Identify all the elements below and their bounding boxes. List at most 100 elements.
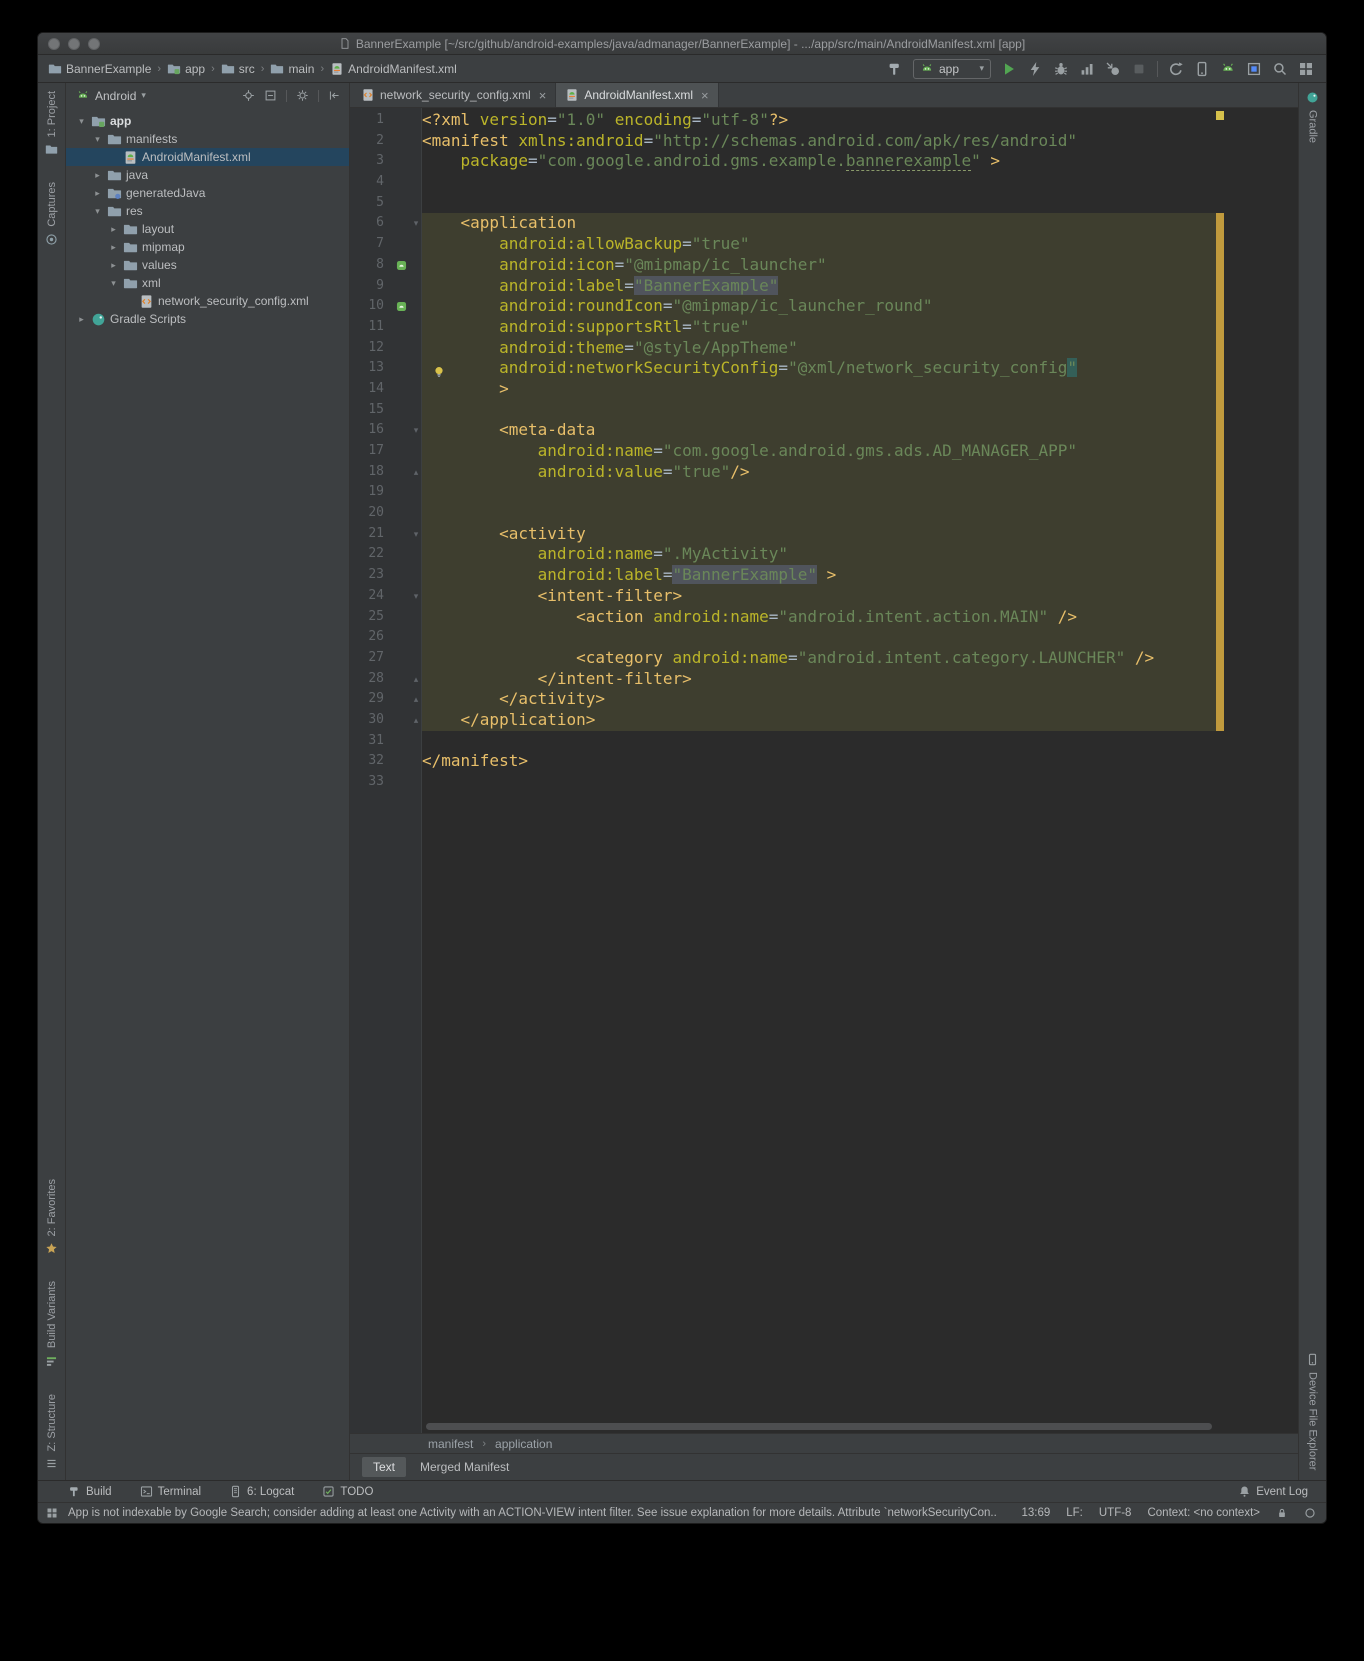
toolwindow-button-gradle[interactable]: Gradle (1306, 91, 1319, 143)
code-line-19[interactable]: 19 (350, 482, 1298, 503)
code-line-15[interactable]: 15 (350, 400, 1298, 421)
toolwindow-button-6-logcat[interactable]: 6: Logcat (229, 1485, 294, 1498)
indexing-status-icon[interactable] (1304, 1507, 1316, 1519)
locate-file-button[interactable] (242, 87, 255, 105)
avd-manager-button[interactable] (1194, 61, 1210, 77)
breadcrumb-src[interactable]: src (221, 62, 255, 76)
code-line-20[interactable]: 20 (350, 503, 1298, 524)
chevron-right-icon[interactable]: ▸ (76, 314, 87, 325)
hide-panel-button[interactable] (328, 87, 341, 105)
code-line-1[interactable]: 1<?xml version="1.0" encoding="utf-8"?> (350, 110, 1298, 131)
status-message[interactable]: App is not indexable by Google Search; c… (68, 1507, 1011, 1519)
code-line-25[interactable]: 25 <action android:name="android.intent.… (350, 607, 1298, 628)
code-line-23[interactable]: 23 android:label="BannerExample" > (350, 565, 1298, 586)
close-tab-icon[interactable]: × (701, 88, 709, 103)
code-line-29[interactable]: 29▴ </activity> (350, 689, 1298, 710)
tool-window-switcher-button[interactable] (46, 1507, 58, 1519)
close-tab-icon[interactable]: × (539, 88, 547, 103)
fold-marker-icon[interactable]: ▾ (414, 591, 419, 601)
code-line-11[interactable]: 11 android:supportsRtl="true" (350, 317, 1298, 338)
editor-breadcrumb-manifest[interactable]: manifest (428, 1437, 473, 1451)
code-line-2[interactable]: 2<manifest xmlns:android="http://schemas… (350, 131, 1298, 152)
toolwindow-button-build-variants[interactable]: Build Variants (45, 1281, 58, 1367)
status-13-69[interactable]: 13:69 (1021, 1507, 1050, 1519)
editor-breadcrumb-application[interactable]: application (495, 1437, 552, 1451)
code-line-10[interactable]: 10 android:roundIcon="@mipmap/ic_launche… (350, 296, 1298, 317)
toolwindow-button-device-file-explorer[interactable]: Device File Explorer (1306, 1353, 1319, 1470)
tree-item-layout[interactable]: ▸layout (66, 220, 349, 238)
chevron-right-icon[interactable]: ▸ (108, 260, 119, 271)
editor-tab-androidmanifest-xml[interactable]: AndroidManifest.xml× (556, 83, 718, 107)
run-button[interactable] (1001, 61, 1017, 77)
code-line-7[interactable]: 7 android:allowBackup="true" (350, 234, 1298, 255)
tool-windows-button[interactable] (1298, 61, 1314, 77)
collapse-all-button[interactable] (264, 87, 277, 105)
toolwindow-button-event-log[interactable]: Event Log (1238, 1485, 1308, 1498)
toolwindow-button-z-structure[interactable]: Z: Structure (45, 1394, 58, 1470)
fold-marker-icon[interactable]: ▾ (414, 218, 419, 228)
toolwindow-button-build[interactable]: Build (68, 1485, 112, 1498)
run-config-selector[interactable]: app▾ (913, 59, 991, 79)
status-utf-8[interactable]: UTF-8 (1099, 1507, 1132, 1519)
debug-button[interactable] (1053, 61, 1069, 77)
code-line-21[interactable]: 21▾ <activity (350, 524, 1298, 545)
minimize-window-button[interactable] (68, 38, 80, 50)
code-line-17[interactable]: 17 android:name="com.google.android.gms.… (350, 441, 1298, 462)
code-line-12[interactable]: 12 android:theme="@style/AppTheme" (350, 338, 1298, 359)
code-line-27[interactable]: 27 <category android:name="android.inten… (350, 648, 1298, 669)
code-line-6[interactable]: 6▾ <application (350, 213, 1298, 234)
apply-changes-button[interactable] (1027, 61, 1043, 77)
chevron-right-icon[interactable]: ▸ (108, 224, 119, 235)
build-button[interactable] (887, 61, 903, 77)
breadcrumb-main[interactable]: main (270, 62, 314, 76)
code-line-5[interactable]: 5 (350, 193, 1298, 214)
sdk-manager-button[interactable] (1220, 61, 1236, 77)
code-line-31[interactable]: 31 (350, 731, 1298, 752)
editor[interactable]: 1<?xml version="1.0" encoding="utf-8"?>2… (350, 108, 1298, 1433)
breadcrumb-bannerexample[interactable]: BannerExample (48, 62, 151, 76)
tree-item-generatedjava[interactable]: ▸generatedJava (66, 184, 349, 202)
toolwindow-button-1-project[interactable]: 1: Project (45, 91, 58, 156)
tree-item-xml[interactable]: ▾xml (66, 274, 349, 292)
tree-item-gradle-scripts[interactable]: ▸Gradle Scripts (66, 310, 349, 328)
code-line-22[interactable]: 22 android:name=".MyActivity" (350, 544, 1298, 565)
code-line-32[interactable]: 32</manifest> (350, 751, 1298, 772)
chevron-down-icon[interactable]: ▾ (92, 134, 103, 145)
breadcrumb-app[interactable]: app (167, 62, 205, 76)
tree-item-androidmanifest-xml[interactable]: AndroidManifest.xml (66, 148, 349, 166)
fold-marker-icon[interactable]: ▾ (414, 529, 419, 539)
error-stripe-warning-marker[interactable] (1216, 111, 1224, 120)
tree-item-java[interactable]: ▸java (66, 166, 349, 184)
chevron-down-icon[interactable]: ▾ (92, 206, 103, 217)
code-line-24[interactable]: 24▾ <intent-filter> (350, 586, 1298, 607)
attach-debugger-button[interactable] (1105, 61, 1121, 77)
sync-gradle-button[interactable] (1168, 61, 1184, 77)
editor-tab-network-security-config-xml[interactable]: network_security_config.xml× (352, 83, 556, 107)
layout-inspector-button[interactable] (1246, 61, 1262, 77)
toolwindow-button-todo[interactable]: TODO (322, 1485, 373, 1498)
tree-item-mipmap[interactable]: ▸mipmap (66, 238, 349, 256)
breadcrumb-androidmanifest-xml[interactable]: AndroidManifest.xml (330, 62, 457, 76)
chevron-right-icon[interactable]: ▸ (108, 242, 119, 253)
code-line-13[interactable]: 13 android:networkSecurityConfig="@xml/n… (350, 358, 1298, 379)
code-line-26[interactable]: 26 (350, 627, 1298, 648)
code-line-33[interactable]: 33 (350, 772, 1298, 793)
code-line-8[interactable]: 8 android:icon="@mipmap/ic_launcher" (350, 255, 1298, 276)
fold-marker-icon[interactable]: ▴ (414, 674, 419, 684)
code-line-3[interactable]: 3 package="com.google.android.gms.exampl… (350, 151, 1298, 172)
fold-marker-icon[interactable]: ▴ (414, 694, 419, 704)
search-everywhere-button[interactable] (1272, 61, 1288, 77)
chevron-right-icon[interactable]: ▸ (92, 170, 103, 181)
status-context-no-context[interactable]: Context: <no context> (1147, 1507, 1260, 1519)
code-line-9[interactable]: 9 android:label="BannerExample" (350, 276, 1298, 297)
fold-marker-icon[interactable]: ▴ (414, 715, 419, 725)
view-tab-merged-manifest[interactable]: Merged Manifest (409, 1457, 520, 1477)
profile-button[interactable] (1079, 61, 1095, 77)
zoom-window-button[interactable] (88, 38, 100, 50)
tree-item-manifests[interactable]: ▾manifests (66, 130, 349, 148)
tree-item-values[interactable]: ▸values (66, 256, 349, 274)
lock-button[interactable] (1276, 1507, 1288, 1519)
code-line-4[interactable]: 4 (350, 172, 1298, 193)
horizontal-scrollbar[interactable] (426, 1423, 1212, 1430)
toolwindow-button-captures[interactable]: Captures (45, 182, 58, 246)
